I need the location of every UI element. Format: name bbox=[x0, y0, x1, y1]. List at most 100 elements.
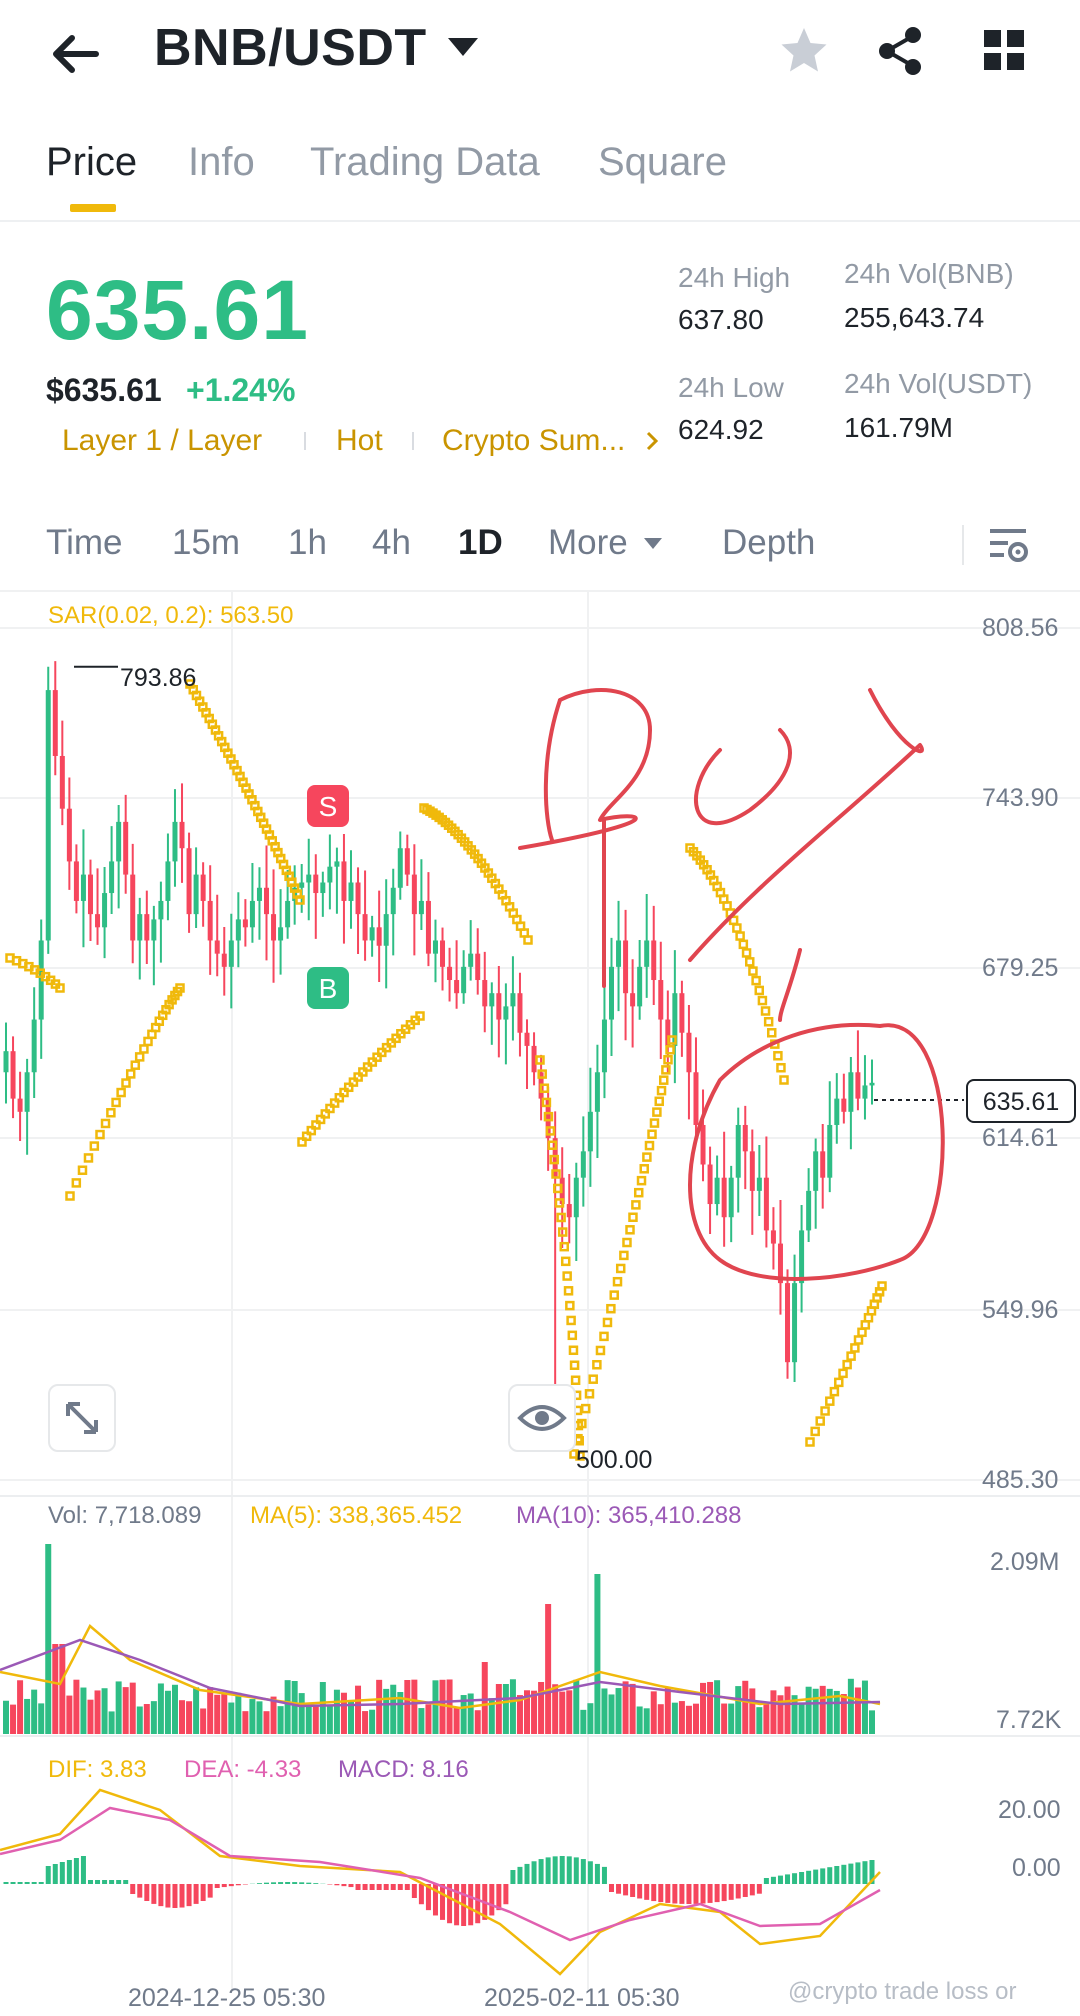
sar-dot bbox=[649, 1118, 660, 1128]
grid-icon[interactable] bbox=[982, 28, 1026, 72]
macd-bar bbox=[489, 1884, 495, 1916]
volume-bar bbox=[228, 1702, 235, 1734]
x-axis-tick: 2025-02-11 05:30 bbox=[484, 1984, 680, 2012]
tag-layer1[interactable]: Layer 1 / Layer bbox=[62, 424, 262, 458]
interval-4h[interactable]: 4h bbox=[372, 523, 411, 563]
interval-1h[interactable]: 1h bbox=[288, 523, 327, 563]
chevron-down-icon[interactable] bbox=[644, 538, 662, 549]
candle-body bbox=[475, 953, 481, 981]
candle-body bbox=[855, 1072, 861, 1099]
chevron-right-icon[interactable] bbox=[644, 430, 660, 452]
macd-bar bbox=[264, 1882, 270, 1884]
stat-low-value: 624.92 bbox=[678, 414, 764, 445]
candle-body bbox=[264, 887, 270, 915]
macd-label: MACD: 8.16 bbox=[338, 1756, 469, 1783]
tab-square[interactable]: Square bbox=[598, 140, 727, 185]
candle-body bbox=[102, 893, 108, 928]
arrow-left-icon[interactable] bbox=[46, 24, 106, 84]
candle-body bbox=[461, 966, 467, 994]
tab-price[interactable]: Price bbox=[46, 140, 137, 185]
macd-bar bbox=[580, 1859, 586, 1884]
candle-body bbox=[327, 866, 333, 883]
candle-body bbox=[299, 882, 305, 888]
macd-bar bbox=[221, 1884, 227, 1888]
candle-body bbox=[158, 900, 164, 920]
macd-bar bbox=[693, 1884, 699, 1904]
macd-bar bbox=[116, 1880, 122, 1884]
macd-bar bbox=[137, 1884, 143, 1898]
volume-bar bbox=[122, 1687, 129, 1734]
tab-bar: Price Info Trading Data Square bbox=[0, 130, 1080, 222]
volume-bar bbox=[425, 1704, 432, 1734]
price-axis-tick: 614.61 bbox=[982, 1124, 1059, 1152]
candle-body bbox=[601, 1019, 607, 1073]
chart-settings-icon[interactable] bbox=[986, 525, 1030, 565]
candle-body bbox=[221, 953, 227, 967]
candle-body bbox=[137, 914, 143, 941]
interval-more[interactable]: More bbox=[548, 523, 628, 563]
macd-bar bbox=[256, 1883, 262, 1884]
volume-bar bbox=[129, 1682, 136, 1734]
candle-body bbox=[320, 882, 326, 894]
sar-dot bbox=[760, 1006, 771, 1016]
macd-bar bbox=[24, 1882, 30, 1884]
macd-bar bbox=[658, 1884, 664, 1903]
interval-1d[interactable]: 1D bbox=[458, 523, 503, 563]
candle-body bbox=[503, 1006, 509, 1020]
volume-bar bbox=[756, 1707, 763, 1734]
annotation-b-stem bbox=[543, 698, 562, 842]
stat-vol-bnb-label: 24h Vol(BNB) bbox=[844, 258, 1014, 289]
volume-bar bbox=[376, 1679, 383, 1734]
macd-bar bbox=[608, 1884, 614, 1892]
interval-15m[interactable]: 15m bbox=[172, 523, 240, 563]
candle-body bbox=[806, 1190, 812, 1231]
chevron-down-icon[interactable] bbox=[448, 38, 478, 56]
sar-dot bbox=[658, 1075, 669, 1085]
volume-bar bbox=[418, 1708, 425, 1734]
price-chart[interactable]: SB BUY bbox=[0, 592, 1080, 2016]
sar-dot bbox=[111, 1097, 121, 1108]
low-marker-label: 500.00 bbox=[576, 1446, 653, 1474]
last-price: 635.61 bbox=[46, 263, 309, 357]
macd-bar bbox=[3, 1882, 9, 1884]
tag-crypto-sum[interactable]: Crypto Sum... bbox=[442, 424, 625, 458]
macd-bar bbox=[66, 1860, 72, 1884]
tag-hot[interactable]: Hot bbox=[336, 424, 383, 458]
tab-trading-data[interactable]: Trading Data bbox=[310, 140, 540, 185]
tab-info[interactable]: Info bbox=[188, 140, 255, 185]
macd-bar bbox=[601, 1866, 607, 1884]
visibility-button[interactable] bbox=[508, 1384, 576, 1452]
macd-bar bbox=[735, 1884, 741, 1899]
volume-bar bbox=[495, 1684, 502, 1734]
sar-dot bbox=[599, 1331, 609, 1342]
macd-bar bbox=[109, 1880, 115, 1884]
candle-body bbox=[186, 848, 192, 915]
candle-body bbox=[799, 1230, 805, 1284]
star-icon[interactable] bbox=[777, 24, 831, 78]
macd-axis-tick: 0.00 bbox=[1012, 1854, 1061, 1882]
volume-bar bbox=[664, 1687, 671, 1734]
sar-dot bbox=[570, 1375, 581, 1386]
volume-bar bbox=[502, 1684, 509, 1734]
indicator-lines bbox=[0, 1624, 881, 1976]
macd-bar bbox=[594, 1863, 600, 1884]
fullscreen-button[interactable] bbox=[48, 1384, 116, 1452]
macd-bar bbox=[207, 1884, 213, 1898]
share-icon[interactable] bbox=[873, 24, 927, 78]
interval-time[interactable]: Time bbox=[46, 523, 122, 563]
sar-dot bbox=[565, 1300, 575, 1311]
usd-price: $635.61 bbox=[46, 372, 162, 408]
interval-depth[interactable]: Depth bbox=[722, 523, 815, 563]
sar-dot bbox=[661, 1065, 671, 1075]
candle-body bbox=[130, 874, 136, 941]
sar-dot bbox=[615, 1263, 626, 1274]
macd-bar bbox=[390, 1884, 396, 1890]
macd-bar bbox=[644, 1884, 650, 1900]
volume-bar bbox=[707, 1681, 714, 1734]
volume-bar bbox=[143, 1704, 150, 1734]
pair-title[interactable]: BNB/USDT bbox=[154, 18, 427, 78]
dif-line bbox=[0, 1788, 881, 1976]
macd-bar bbox=[862, 1861, 868, 1884]
volume-bar bbox=[798, 1704, 805, 1734]
macd-bar bbox=[341, 1884, 347, 1887]
